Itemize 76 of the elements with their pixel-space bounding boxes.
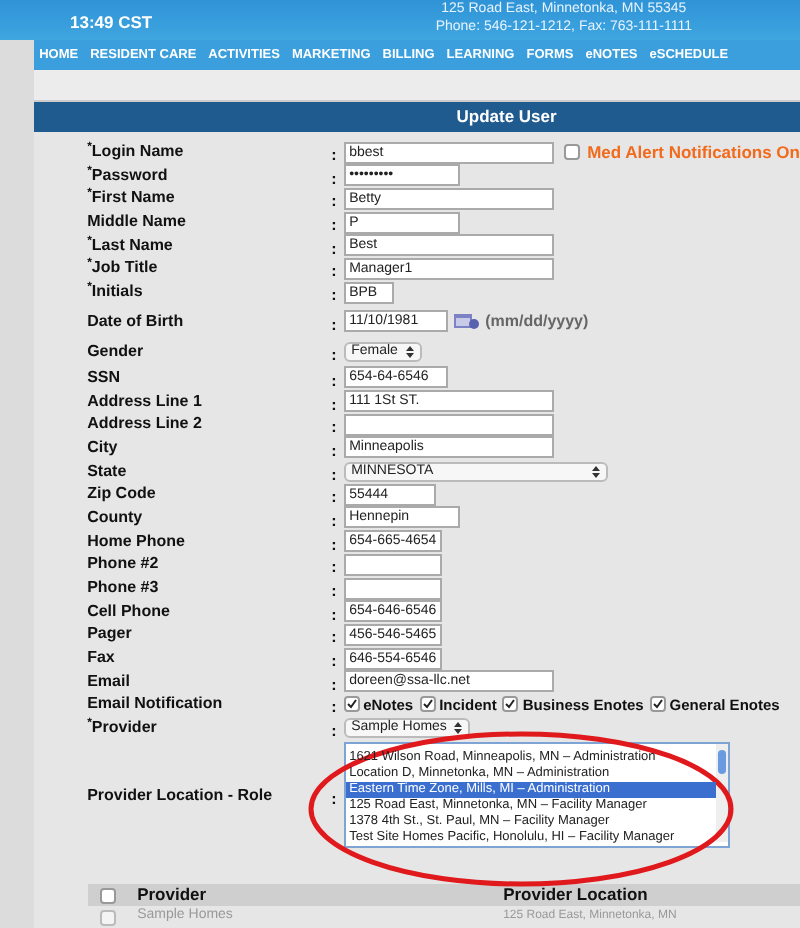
colon: : <box>331 346 337 364</box>
field-label: Phone #2 <box>87 552 161 577</box>
date-format-hint: (mm/dd/yyyy) <box>485 309 589 333</box>
field-label: Address Line 2 <box>87 412 204 437</box>
colon: : <box>331 535 337 554</box>
field-label: Gender <box>87 340 146 364</box>
field-label: City <box>87 435 120 460</box>
checkbox-label: Med Alert Notifications On <box>587 139 800 165</box>
form-title: Update User <box>454 104 557 131</box>
checkbox[interactable] <box>563 144 580 161</box>
field-label: $^{*}$Login Name <box>87 140 186 165</box>
select-all-checkbox[interactable] <box>99 887 116 903</box>
field-label: Email <box>87 669 132 694</box>
colon: : <box>331 628 337 647</box>
colon: : <box>331 286 337 305</box>
colon: : <box>331 652 337 671</box>
column-header: Provider <box>135 882 209 907</box>
field-label: Fax <box>87 646 117 671</box>
colon: : <box>331 789 337 807</box>
colon: : <box>331 371 337 390</box>
field-label: Middle Name <box>87 210 188 235</box>
field-label: County <box>87 505 145 530</box>
location-listbox[interactable] <box>343 742 730 848</box>
colon: : <box>331 722 337 741</box>
colon: : <box>331 146 337 165</box>
colon: : <box>331 488 337 507</box>
colon: : <box>331 675 337 694</box>
check-icon <box>504 698 517 711</box>
colon: : <box>331 582 337 601</box>
column-header: Provider Location <box>503 882 648 908</box>
checkbox[interactable] <box>502 696 519 713</box>
colon: : <box>331 262 337 281</box>
input-field[interactable] <box>343 553 442 576</box>
field-label: Home Phone <box>87 529 187 554</box>
colon: : <box>331 511 337 530</box>
checkbox[interactable] <box>419 696 436 713</box>
field-label: $^{*}$Provider <box>87 716 159 741</box>
field-label: State <box>87 459 129 484</box>
colon: : <box>331 465 337 484</box>
field-label: Email Notification <box>87 692 225 717</box>
check-icon <box>651 698 664 711</box>
field-label: Address Line 1 <box>87 389 204 414</box>
input-field[interactable] <box>343 577 442 600</box>
colon: : <box>331 239 337 258</box>
updown-caret-icon <box>405 346 414 358</box>
field-label: $^{*}$Password <box>87 163 170 187</box>
calendar-icon[interactable] <box>453 312 480 330</box>
check-icon <box>345 698 358 711</box>
field-label: Date of Birth <box>87 309 186 333</box>
colon: : <box>331 441 337 460</box>
colon: : <box>331 558 337 577</box>
field-label: Zip Code <box>87 482 158 507</box>
colon: : <box>331 216 337 235</box>
field-label: $^{*}$Initials <box>87 280 145 305</box>
colon: : <box>331 395 337 414</box>
check-icon <box>421 698 434 711</box>
input-field[interactable] <box>343 413 554 436</box>
updown-caret-icon <box>591 465 600 478</box>
colon: : <box>331 192 337 211</box>
checkbox[interactable] <box>649 696 666 713</box>
field-label: $^{*}$Last Name <box>87 233 175 257</box>
field-label: Phone #3 <box>87 576 161 601</box>
colon: : <box>331 418 337 437</box>
updown-caret-icon <box>454 722 463 735</box>
field-label: $^{*}$Job Title <box>87 256 160 281</box>
field-label: Provider Location - Role <box>87 783 275 807</box>
field-label: Pager <box>87 622 134 647</box>
colon: : <box>331 315 337 333</box>
colon: : <box>331 605 337 624</box>
field-label: Cell Phone <box>87 599 172 624</box>
clock-time: 13:49 CST <box>70 10 153 36</box>
field-label: SSN <box>87 365 123 390</box>
colon: : <box>331 169 337 188</box>
colon: : <box>331 698 337 717</box>
checkbox[interactable] <box>343 696 360 713</box>
field-label: $^{*}$First Name <box>87 186 177 211</box>
